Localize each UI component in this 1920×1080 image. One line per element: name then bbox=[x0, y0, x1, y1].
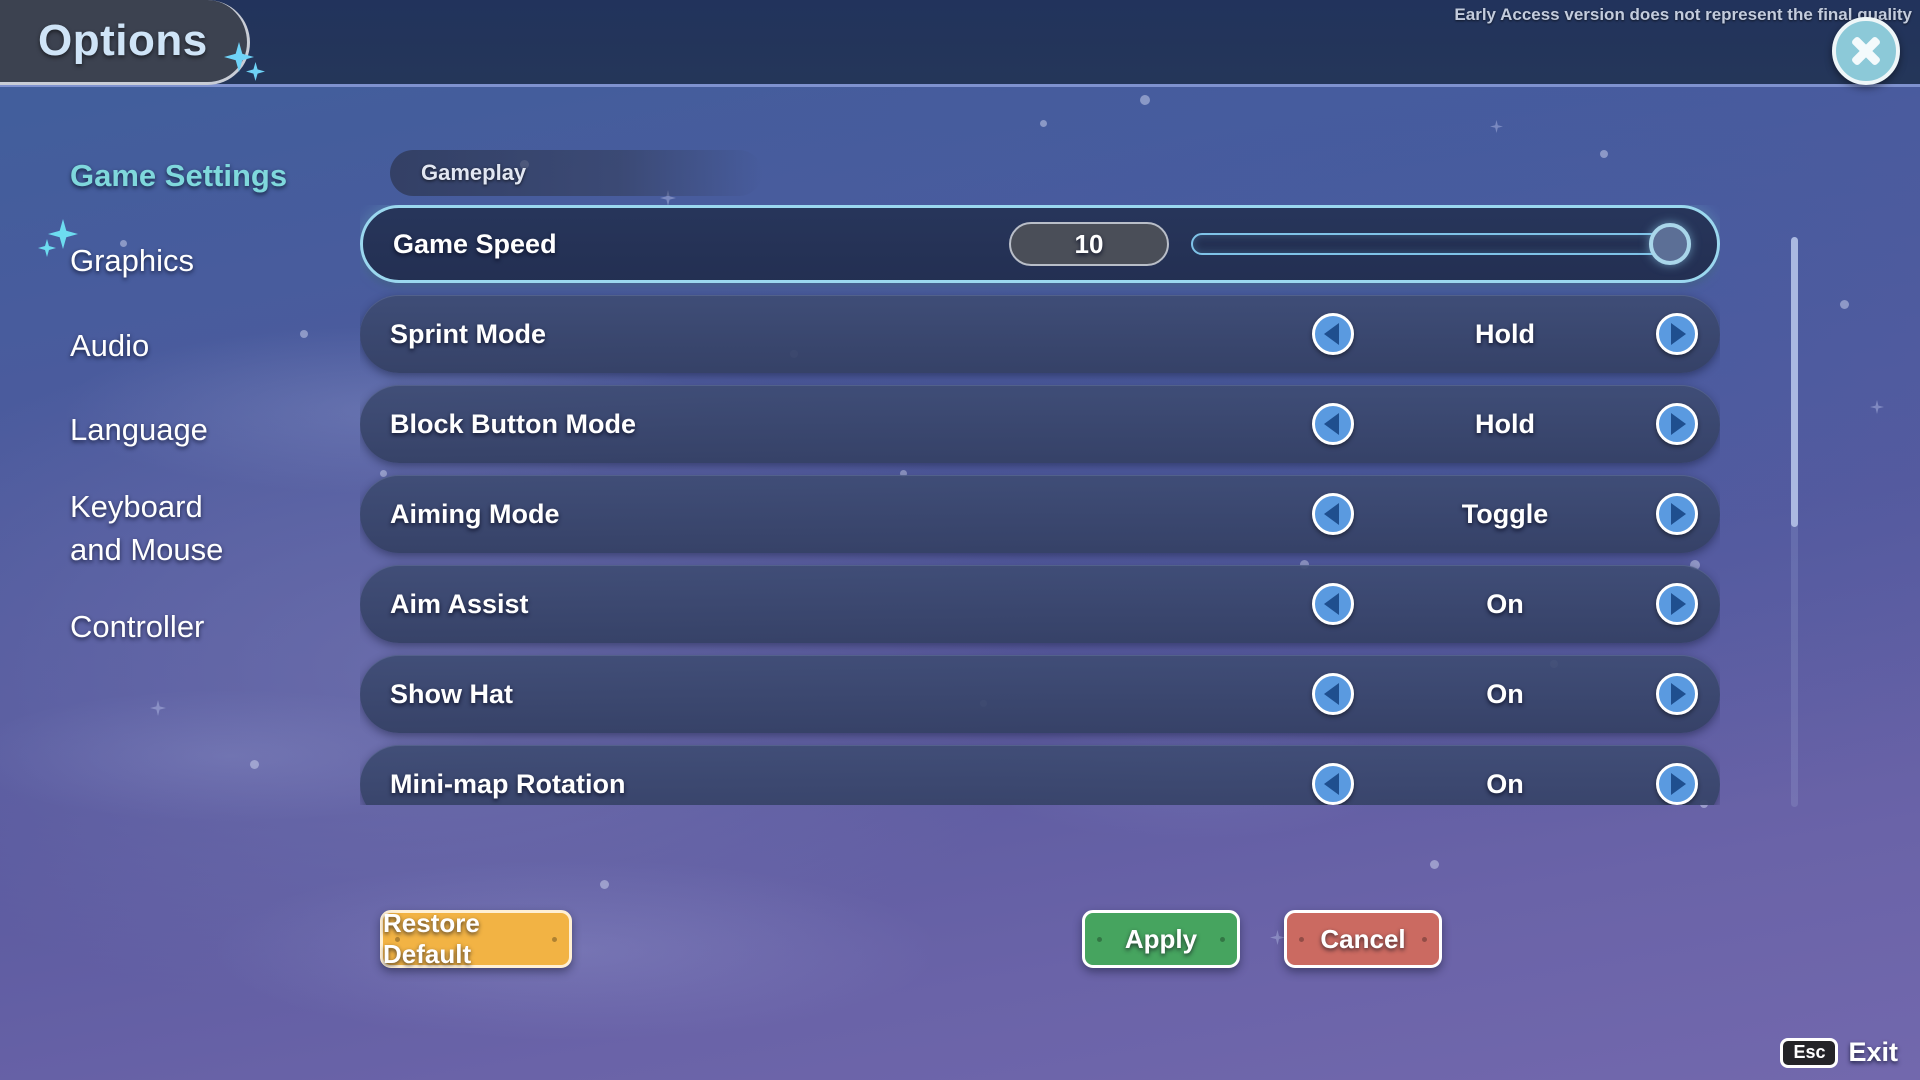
early-access-note: Early Access version does not represent … bbox=[1454, 5, 1912, 24]
game-speed-slider[interactable] bbox=[1191, 222, 1691, 266]
game-speed-value[interactable]: 10 bbox=[1009, 222, 1169, 266]
chevron-left-icon[interactable] bbox=[1312, 313, 1354, 355]
title-bar: Options Early Access version does not re… bbox=[0, 0, 1920, 87]
chevron-right-icon[interactable] bbox=[1656, 583, 1698, 625]
settings-list: Game Speed 10 Sprint Mode Hold Block But… bbox=[360, 205, 1720, 805]
apply-label: Apply bbox=[1124, 923, 1198, 954]
setting-row-aiming-mode[interactable]: Aiming Mode Toggle bbox=[360, 475, 1720, 553]
setting-value: On bbox=[1486, 588, 1524, 619]
setting-control: Hold bbox=[1290, 295, 1720, 373]
options-title-tab: Options bbox=[0, 0, 250, 85]
setting-row-block-button-mode[interactable]: Block Button Mode Hold bbox=[360, 385, 1720, 463]
settings-sidebar: Game Settings Graphics Audio Language Ke… bbox=[0, 87, 360, 1080]
chevron-right-icon[interactable] bbox=[1656, 763, 1698, 805]
setting-row-show-hat[interactable]: Show Hat On bbox=[360, 655, 1720, 733]
page-title: Options bbox=[38, 16, 208, 65]
sidebar-item-controller[interactable]: Controller bbox=[0, 598, 330, 657]
setting-label: Show Hat bbox=[390, 678, 514, 709]
chevron-right-icon[interactable] bbox=[1656, 313, 1698, 355]
setting-label: Sprint Mode bbox=[390, 318, 546, 349]
esc-key-badge: Esc bbox=[1780, 1037, 1839, 1068]
settings-panel: Gameplay Game Speed 10 Sprint Mode Hold … bbox=[360, 87, 1820, 967]
chevron-left-icon[interactable] bbox=[1312, 763, 1354, 805]
esc-exit-hint[interactable]: Esc Exit bbox=[1780, 1037, 1898, 1068]
chevron-left-icon[interactable] bbox=[1312, 583, 1354, 625]
footer-actions: Restore Default Apply Cancel bbox=[360, 900, 1820, 1010]
sidebar-item-language[interactable]: Language bbox=[0, 401, 330, 460]
chevron-right-icon[interactable] bbox=[1656, 493, 1698, 535]
chevron-right-icon[interactable] bbox=[1656, 673, 1698, 715]
apply-button[interactable]: Apply bbox=[1082, 910, 1240, 968]
setting-value: Hold bbox=[1475, 318, 1535, 349]
cancel-label: Cancel bbox=[1320, 923, 1406, 954]
setting-value: On bbox=[1486, 768, 1524, 799]
section-header: Gameplay bbox=[390, 150, 762, 196]
sidebar-item-keyboard-and-mouse[interactable]: Keyboard and Mouse bbox=[0, 478, 250, 580]
chevron-right-icon[interactable] bbox=[1656, 403, 1698, 445]
setting-label: Block Button Mode bbox=[390, 408, 636, 439]
close-icon[interactable] bbox=[1832, 17, 1900, 85]
setting-control: On bbox=[1290, 745, 1720, 805]
esc-action-label: Exit bbox=[1848, 1037, 1898, 1067]
setting-row-game-speed[interactable]: Game Speed 10 bbox=[360, 205, 1720, 283]
setting-value: Toggle bbox=[1461, 498, 1549, 529]
setting-label: Aim Assist bbox=[390, 588, 529, 619]
setting-row-aim-assist[interactable]: Aim Assist On bbox=[360, 565, 1720, 643]
sidebar-item-game-settings[interactable]: Game Settings bbox=[0, 147, 330, 206]
setting-row-mini-map-rotation[interactable]: Mini-map Rotation On bbox=[360, 745, 1720, 805]
setting-control: On bbox=[1290, 655, 1720, 733]
sparkle-icon bbox=[246, 62, 265, 81]
section-header-label: Gameplay bbox=[421, 160, 527, 185]
settings-scrollbar[interactable] bbox=[1791, 237, 1798, 807]
setting-value: Hold bbox=[1475, 408, 1535, 439]
setting-control: 10 bbox=[1009, 208, 1717, 280]
chevron-left-icon[interactable] bbox=[1312, 493, 1354, 535]
setting-label: Game Speed bbox=[393, 228, 557, 259]
restore-default-button[interactable]: Restore Default bbox=[380, 908, 572, 969]
restore-default-label: Restore Default bbox=[383, 908, 480, 969]
chevron-left-icon[interactable] bbox=[1312, 403, 1354, 445]
setting-label: Mini-map Rotation bbox=[390, 768, 626, 799]
setting-label: Aiming Mode bbox=[390, 498, 560, 529]
sidebar-item-graphics[interactable]: Graphics bbox=[0, 232, 330, 291]
setting-control: Toggle bbox=[1290, 475, 1720, 553]
cancel-button[interactable]: Cancel bbox=[1284, 910, 1442, 968]
setting-control: Hold bbox=[1290, 385, 1720, 463]
slider-track bbox=[1191, 233, 1669, 255]
setting-control: On bbox=[1290, 565, 1720, 643]
slider-knob[interactable] bbox=[1649, 223, 1691, 265]
sidebar-item-audio[interactable]: Audio bbox=[0, 317, 330, 376]
scrollbar-thumb[interactable] bbox=[1791, 237, 1798, 527]
chevron-left-icon[interactable] bbox=[1312, 673, 1354, 715]
setting-value: On bbox=[1486, 678, 1524, 709]
setting-row-sprint-mode[interactable]: Sprint Mode Hold bbox=[360, 295, 1720, 373]
